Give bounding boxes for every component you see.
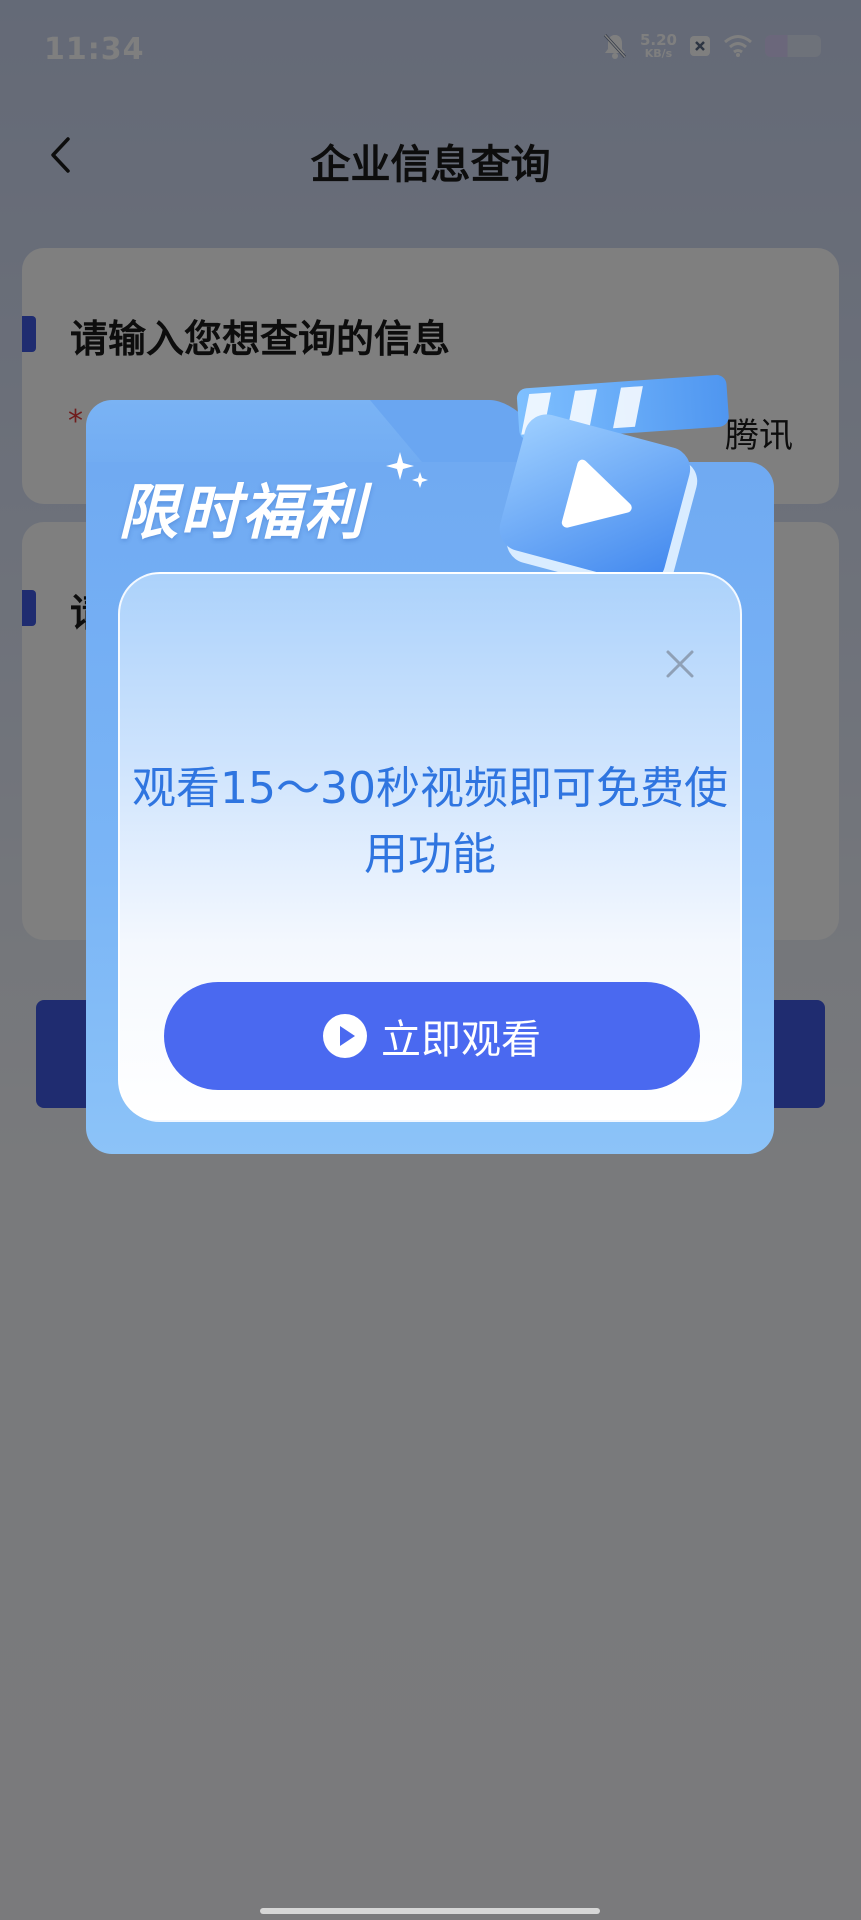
home-indicator[interactable] [260, 1908, 600, 1914]
app-screen: 11:34 5.20 KB/s [0, 0, 861, 1920]
popup-message: 观看15～30秒视频即可免费使用功能 [132, 763, 728, 880]
video-player-icon [499, 374, 729, 597]
watch-video-button[interactable]: 立即观看 [164, 982, 700, 1090]
sparkle-icon [386, 452, 428, 488]
popup-title: 限时福利 [118, 478, 366, 548]
reward-video-popup: 限时福利 观看15～30秒视频即可免费使用功能 立即观看 [86, 374, 774, 1154]
close-icon[interactable] [660, 644, 700, 684]
watch-video-label: 立即观看 [381, 1017, 541, 1063]
popup-content-panel: 观看15～30秒视频即可免费使用功能 立即观看 [118, 572, 742, 1122]
play-circle-icon [323, 1014, 367, 1058]
